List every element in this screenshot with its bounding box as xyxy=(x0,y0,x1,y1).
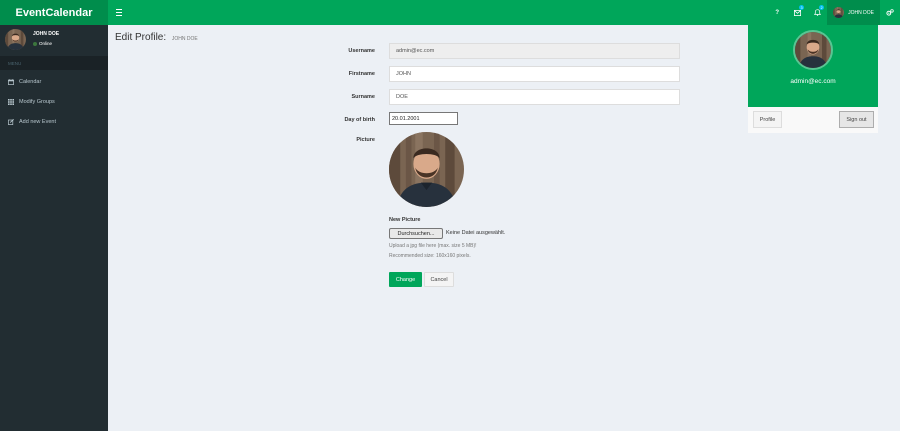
size-help-text: Recommended size: 160x160 pixels. xyxy=(389,253,471,259)
sidebar-item-calendar[interactable]: Calendar xyxy=(0,72,108,92)
top-navbar: EventCalendar ? 3 2 JOHN DOE xyxy=(0,0,900,25)
status-dot-icon xyxy=(33,41,37,46)
firstname-field[interactable]: JOHN xyxy=(389,66,680,82)
navbar-user-name: JOHN DOE xyxy=(848,9,874,16)
user-dropdown-header: admin@ec.com xyxy=(748,25,878,107)
profile-button[interactable]: Profile xyxy=(753,111,782,128)
sidebar: JOHN DOE Online MENU Calendar Modify Gro… xyxy=(0,25,108,431)
page-title: Edit Profile: JOHN DOE xyxy=(115,32,198,43)
help-label: ? xyxy=(775,9,779,16)
sidebar-item-label: Calendar xyxy=(19,79,42,85)
surname-field[interactable]: DOE xyxy=(389,89,680,105)
dob-field[interactable]: 20.01.2001 xyxy=(389,112,458,125)
page-subtitle: JOHN DOE xyxy=(171,36,198,42)
menu-bar xyxy=(116,14,122,16)
menu-bar xyxy=(116,11,122,14)
picture-label: Picture xyxy=(356,137,375,143)
sidebar-item-label: Modify Groups xyxy=(19,99,55,105)
user-dropdown-menu: admin@ec.com Profile Sign out xyxy=(748,25,878,133)
user-menu-toggle[interactable]: JOHN DOE xyxy=(827,0,880,25)
messages-badge: 3 xyxy=(799,5,805,10)
username-label: Username xyxy=(348,48,375,54)
file-status: Keine Datei ausgewählt. xyxy=(446,230,506,236)
sidebar-user-name: JOHN DOE xyxy=(33,31,60,37)
notifications-button[interactable]: 2 xyxy=(807,0,827,25)
profile-picture xyxy=(389,132,464,207)
navbar-right: ? 3 2 JOHN DOE xyxy=(767,0,900,25)
new-picture-label: New Picture xyxy=(389,217,421,223)
change-button[interactable]: Change xyxy=(389,272,422,287)
calendar-icon xyxy=(8,79,14,85)
dob-value: 20.01.2001 xyxy=(392,115,420,122)
sidebar-menu: Calendar Modify Groups Add new Event xyxy=(0,72,108,132)
sign-out-button[interactable]: Sign out xyxy=(839,111,874,128)
username-field: admin@ec.com xyxy=(389,43,680,59)
avatar xyxy=(5,29,26,50)
messages-button[interactable]: 3 xyxy=(787,0,807,25)
help-button[interactable]: ? xyxy=(767,0,787,25)
sidebar-menu-header: MENU xyxy=(0,56,108,70)
gears-icon xyxy=(886,9,894,16)
firstname-label: Firstname xyxy=(348,71,375,77)
sidebar-toggle-button[interactable] xyxy=(112,0,126,25)
file-browse-button[interactable]: Durchsuchen... xyxy=(389,228,443,239)
bell-icon xyxy=(813,9,821,16)
grid-icon xyxy=(8,99,14,105)
dob-label: Day of birth xyxy=(344,117,375,123)
control-sidebar-button[interactable] xyxy=(880,0,900,25)
user-dropdown-footer: Profile Sign out xyxy=(748,107,878,133)
sidebar-item-modify-groups[interactable]: Modify Groups xyxy=(0,92,108,112)
avatar xyxy=(833,7,845,18)
app-logo[interactable]: EventCalendar xyxy=(0,0,108,25)
cancel-button[interactable]: Cancel xyxy=(424,272,454,287)
envelope-icon xyxy=(793,9,801,16)
surname-label: Surname xyxy=(351,94,375,100)
user-status-label: Online xyxy=(39,41,53,46)
avatar xyxy=(793,30,833,70)
menu-bar xyxy=(116,9,122,11)
notifications-badge: 2 xyxy=(819,5,825,10)
username-value: admin@ec.com xyxy=(396,48,435,54)
user-status: Online xyxy=(33,41,52,46)
sidebar-user-panel: JOHN DOE Online xyxy=(0,25,108,55)
page-title-text: Edit Profile: xyxy=(115,32,167,43)
user-email: admin@ec.com xyxy=(790,78,836,85)
upload-help-text: Upload a jpg file here (max. size 5 MB)! xyxy=(389,243,477,249)
sidebar-item-label: Add new Event xyxy=(19,119,56,125)
surname-value: DOE xyxy=(396,94,408,100)
edit-icon xyxy=(8,119,14,125)
sidebar-item-add-new-event[interactable]: Add new Event xyxy=(0,112,108,132)
firstname-value: JOHN xyxy=(396,71,411,77)
